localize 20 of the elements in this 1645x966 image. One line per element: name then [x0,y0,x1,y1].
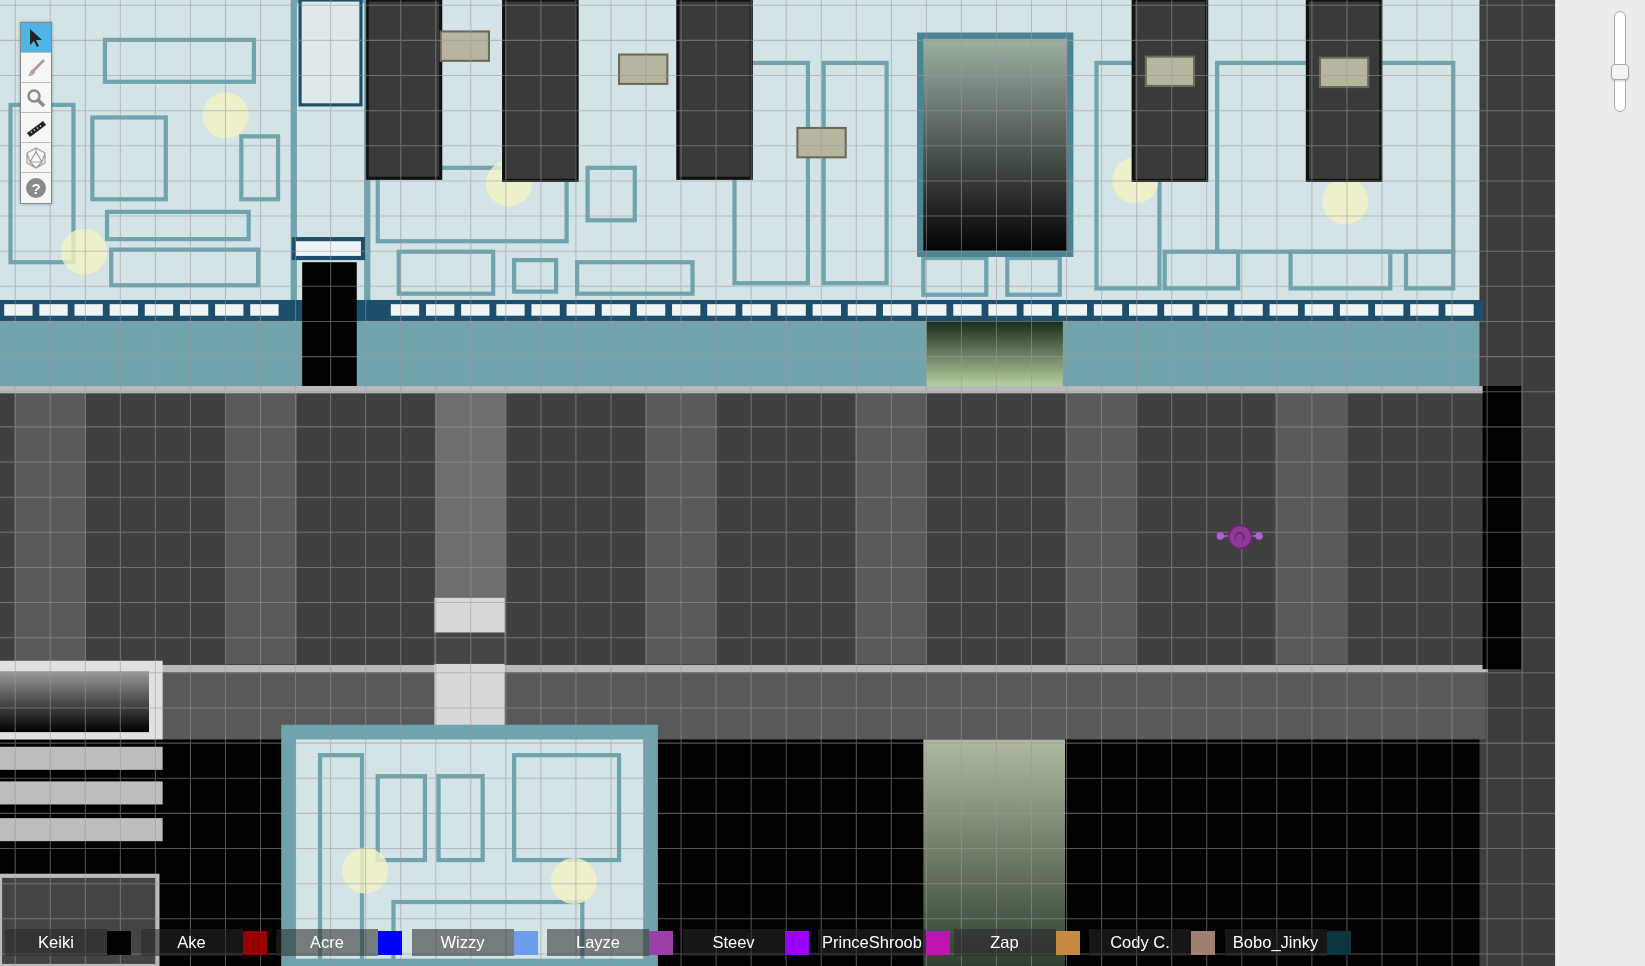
player-name: PrinceShroob [818,929,926,956]
select-tool[interactable] [21,23,51,53]
character-token[interactable] [1216,524,1263,550]
zoom-slider[interactable] [1614,11,1626,112]
player-name: Cody C. [1089,929,1191,956]
player-name: Wizzy [411,929,514,956]
player-name: Acre [276,929,378,956]
slider-thumb[interactable] [1611,63,1629,80]
player-name: Ake [140,929,243,956]
player-name: Zap [953,929,1056,956]
player-name: Bobo_Jinky [1224,929,1327,956]
player-name: Layze [547,929,649,956]
d20-dice-icon [26,146,46,169]
paintbrush-icon [26,57,46,78]
search-icon [26,87,46,108]
help-tool[interactable]: ? [21,173,51,203]
cursor-icon [28,27,44,48]
player-name: Keiki [5,929,107,956]
measure-tool[interactable] [21,113,51,143]
player-name: Steev [682,929,785,956]
